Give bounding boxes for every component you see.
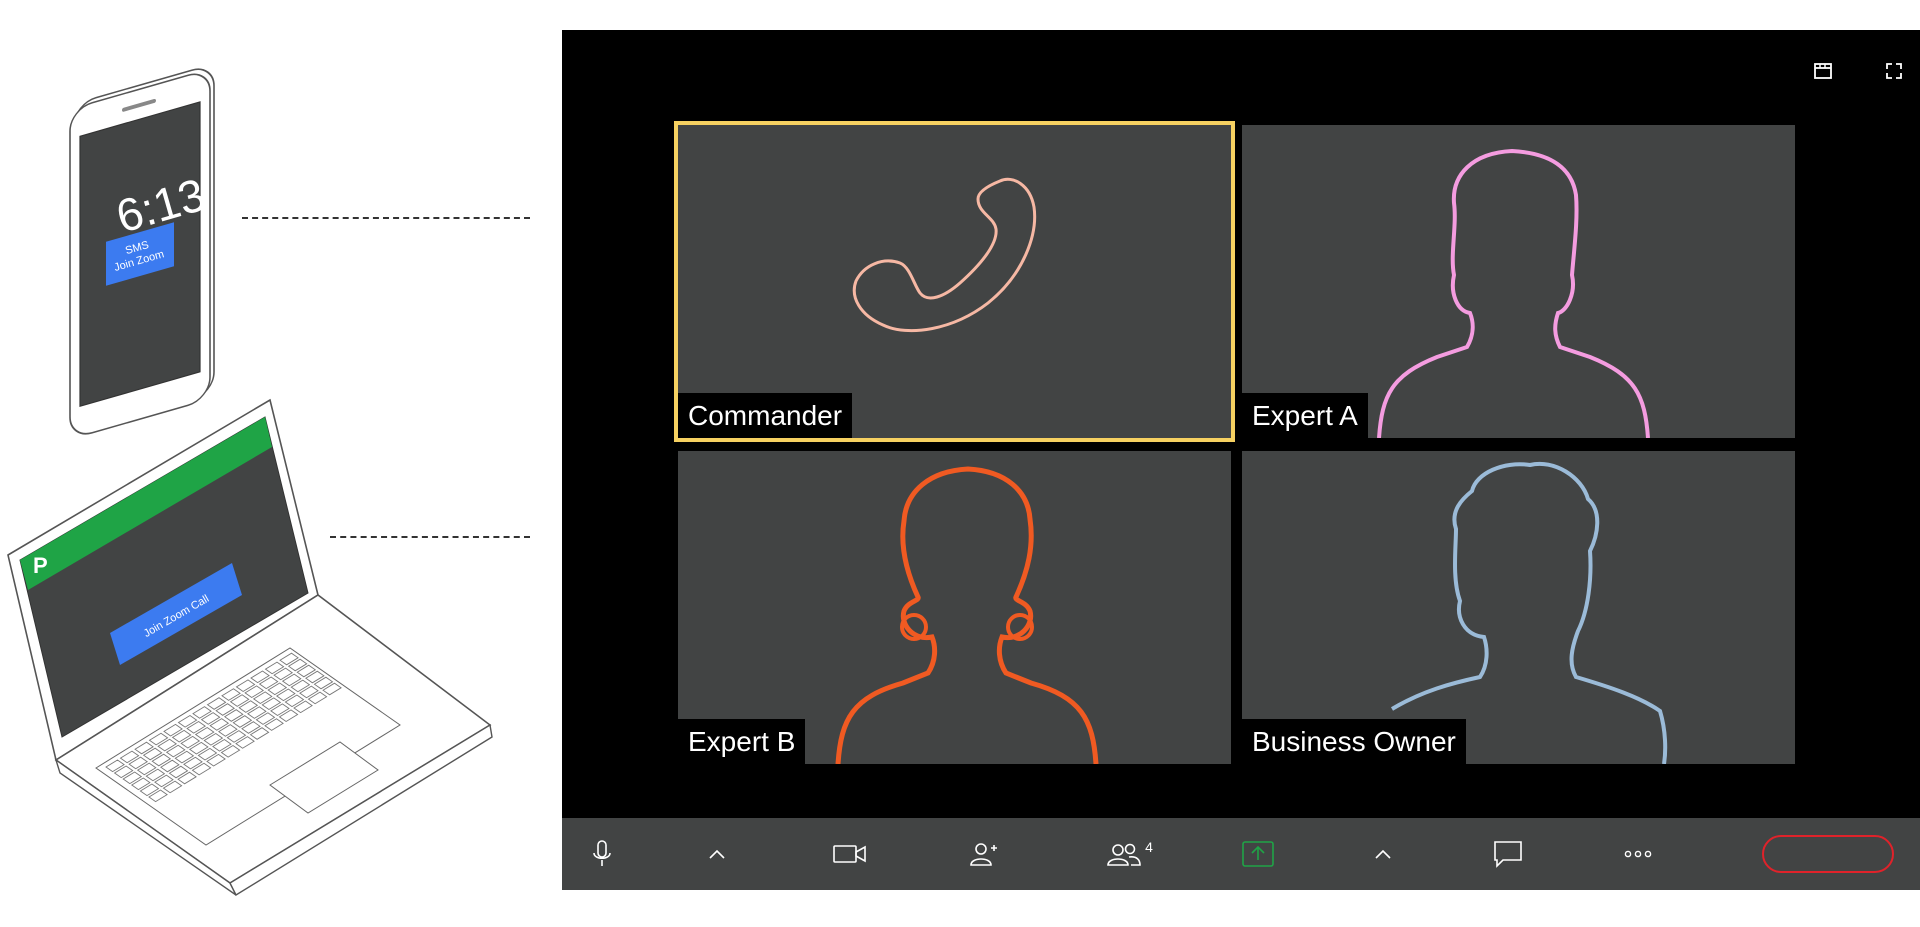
- participant-tile-expert-a[interactable]: Expert A: [1242, 125, 1795, 438]
- mute-button[interactable]: [582, 836, 622, 872]
- participants-count: 4: [1145, 839, 1153, 855]
- person-silhouette-icon: [1390, 461, 1668, 764]
- laptop-illustration: P Join Zoom Call: [7, 398, 493, 896]
- chevron-up-icon: [1375, 849, 1391, 859]
- participant-name: Expert A: [1242, 393, 1368, 438]
- participant-tile-commander[interactable]: Commander: [678, 125, 1231, 438]
- participant-name: Commander: [678, 393, 853, 438]
- devices-illustration: 6:13 SMS Join Zoom P Join Zoom Call: [0, 0, 540, 927]
- fullscreen-icon[interactable]: [1883, 60, 1905, 82]
- laptop-connector-line: [330, 536, 530, 538]
- laptop-logo: P: [33, 553, 48, 578]
- video-camera-icon: [833, 845, 866, 863]
- share-screen-button[interactable]: [1238, 836, 1278, 872]
- invite-button[interactable]: [966, 836, 1002, 872]
- participants-icon: [1107, 843, 1141, 866]
- end-call-button[interactable]: [1762, 835, 1894, 873]
- participant-tile-business-owner[interactable]: Business Owner: [1242, 451, 1795, 764]
- audio-options-button[interactable]: [702, 836, 732, 872]
- participants-button[interactable]: 4: [1100, 836, 1160, 872]
- chevron-up-icon: [709, 849, 725, 859]
- add-user-icon: [970, 843, 997, 866]
- share-screen-icon: [1242, 841, 1274, 867]
- participant-tile-expert-b[interactable]: Expert B: [678, 451, 1231, 764]
- participant-name: Expert B: [678, 719, 806, 764]
- phone-connector-line: [242, 217, 530, 219]
- video-button[interactable]: [830, 836, 870, 872]
- person-silhouette-icon: [835, 466, 1099, 764]
- phone-illustration: 6:13 SMS Join Zoom: [69, 68, 215, 435]
- person-silhouette-icon: [1377, 148, 1650, 438]
- chat-bubble-icon: [1494, 841, 1522, 868]
- share-options-button[interactable]: [1368, 836, 1398, 872]
- call-toolbar: 4: [562, 818, 1920, 890]
- phone-handset-icon: [852, 177, 1037, 333]
- speaker-view-icon[interactable]: [1812, 60, 1834, 82]
- more-dots-icon: [1624, 850, 1652, 858]
- microphone-icon: [593, 840, 611, 866]
- chat-button[interactable]: [1488, 836, 1528, 872]
- more-options-button[interactable]: [1620, 836, 1656, 872]
- participant-name: Business Owner: [1242, 719, 1466, 764]
- video-call-window: Commander Expert A Expert B Business Own…: [562, 30, 1920, 890]
